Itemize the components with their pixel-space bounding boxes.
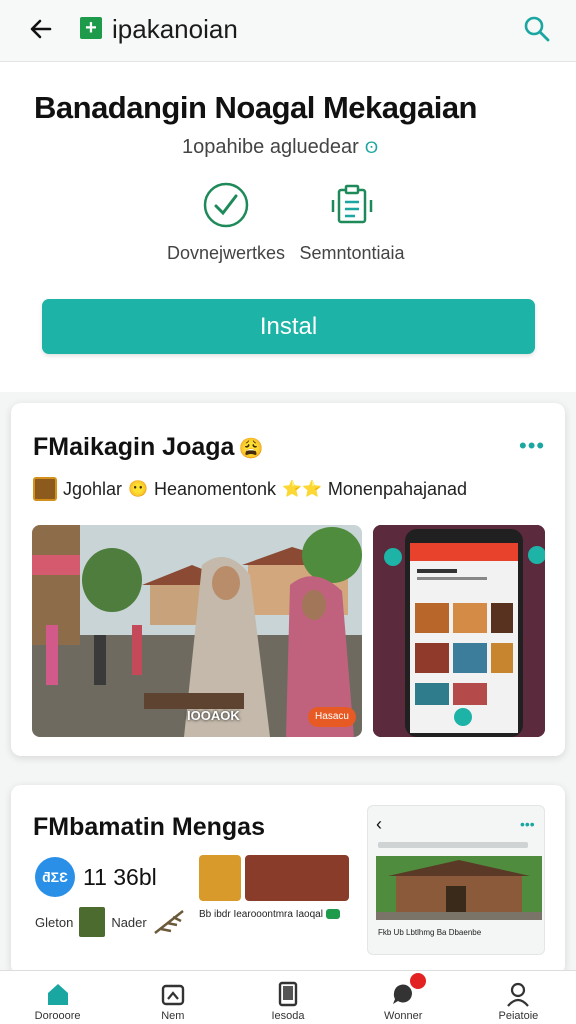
profile-icon [507, 982, 530, 1007]
nav-item-home[interactable]: Dorooore [0, 971, 115, 1024]
card-title: FMaikagin Joaga 😩 [33, 433, 263, 462]
feature-summary: Semntontiaia [277, 180, 427, 264]
card-title: FMbamatin Mengas [33, 813, 265, 841]
clipboard-list-icon [331, 184, 373, 224]
nav-label: Nem [161, 1010, 185, 1022]
tagline-text: Heanomentonk [153, 478, 277, 499]
mini-label: Nader [111, 914, 147, 930]
top-app-bar: + ipakanoian [0, 0, 576, 62]
card-title-text: FMaikagin Joaga [33, 433, 235, 461]
preview-panel[interactable]: ‹ ••• Fkb Ub Lbtlhmg Ba Dbaenbe [367, 805, 545, 955]
app-name: ipakanoian [112, 14, 238, 44]
tablet-icon [278, 981, 298, 1007]
strip-image [245, 855, 349, 901]
image-badge-icon [161, 984, 184, 1006]
mini-items-row: Gleton Nader [35, 907, 185, 937]
search-icon[interactable] [522, 14, 552, 44]
phone-mockup [373, 525, 545, 737]
bottom-navigation: Dorooore Nem Iesoda Wonner Peiatoie [0, 970, 576, 1024]
nav-item-library[interactable]: Iesoda [230, 971, 345, 1024]
strip-image [199, 855, 241, 901]
nav-item-messages[interactable]: Wonner [346, 971, 461, 1024]
strip-caption: Bb ibdr Iearooontmra Iaoqal [199, 909, 340, 920]
stat-row: ƌƩƐ 11 36bl [35, 857, 157, 897]
secondary-card: FMbamatin Mengas ƌƩƐ 11 36bl Gleton Nade… [11, 785, 565, 975]
nav-label: Iesoda [271, 1010, 305, 1022]
chevron-left-icon[interactable]: ‹ [376, 814, 382, 835]
emoji-icon: 😩 [238, 438, 264, 460]
nav-item-profile[interactable]: Peiatoie [461, 971, 576, 1024]
twig-icon [153, 910, 184, 934]
image-strip[interactable] [199, 855, 349, 901]
preview-text-line [378, 842, 528, 848]
featured-card: FMaikagin Joaga 😩 ••• Jgohlar 😶 Heanoment… [11, 403, 565, 756]
status-dot-icon [325, 909, 340, 920]
feature-label: Semntontiaia [299, 243, 405, 263]
more-options-icon[interactable]: ••• [520, 816, 535, 832]
tagline-text: Monenpahajanad [327, 478, 468, 499]
nav-label: Wonner [384, 1010, 423, 1022]
emoji-icon: 😶 [128, 481, 148, 498]
nav-label: Peiatoie [498, 1010, 539, 1022]
photo-caption: IOOAOK [187, 708, 240, 723]
card-tagline: Jgohlar 😶 Heanomentonk ⭐⭐ Monenpahajanad [33, 477, 467, 501]
home-icon [47, 984, 68, 1005]
leaf-thumbnail-icon [79, 907, 106, 937]
app-header-section: Banadangin Noagal Mekagaian 1opahibe agl… [0, 62, 576, 392]
mini-label: Gleton [35, 914, 74, 930]
preview-caption: Fkb Ub Lbtlhmg Ba Dbaenbe [378, 928, 482, 937]
nav-item-new[interactable]: Nem [115, 971, 230, 1024]
screenshot-photo[interactable]: IOOAOK Hasacu [32, 525, 362, 737]
village-photo [32, 525, 362, 737]
tagline-text: Jgohlar [63, 478, 123, 499]
star-icon: ⭐⭐ [282, 481, 322, 498]
subtitle-text: 1opahibe agluedear [182, 136, 359, 158]
more-options-icon[interactable]: ••• [519, 433, 545, 459]
install-button[interactable]: Instal [42, 299, 535, 354]
page-title: Banadangin Noagal Mekagaian [34, 90, 478, 125]
screenshot-phone[interactable] [373, 525, 545, 737]
stat-value: 11 36bl [83, 863, 157, 890]
rating-badge-icon: ƌƩƐ [35, 857, 75, 897]
strip-caption-text: Bb ibdr Iearooontmra Iaoqal [199, 909, 323, 920]
back-arrow-icon[interactable] [26, 14, 56, 44]
checkmark-badge-icon [203, 182, 249, 228]
info-icon: ʘ [364, 138, 379, 157]
nav-label: Dorooore [34, 1010, 81, 1022]
thumbnail-icon [33, 477, 57, 501]
photo-cta-badge[interactable]: Hasacu [308, 707, 356, 727]
app-subtitle: 1opahibe agluedear ʘ [182, 136, 378, 159]
notification-badge [409, 973, 426, 989]
house-photo [376, 856, 542, 920]
app-logo: + [80, 17, 102, 39]
